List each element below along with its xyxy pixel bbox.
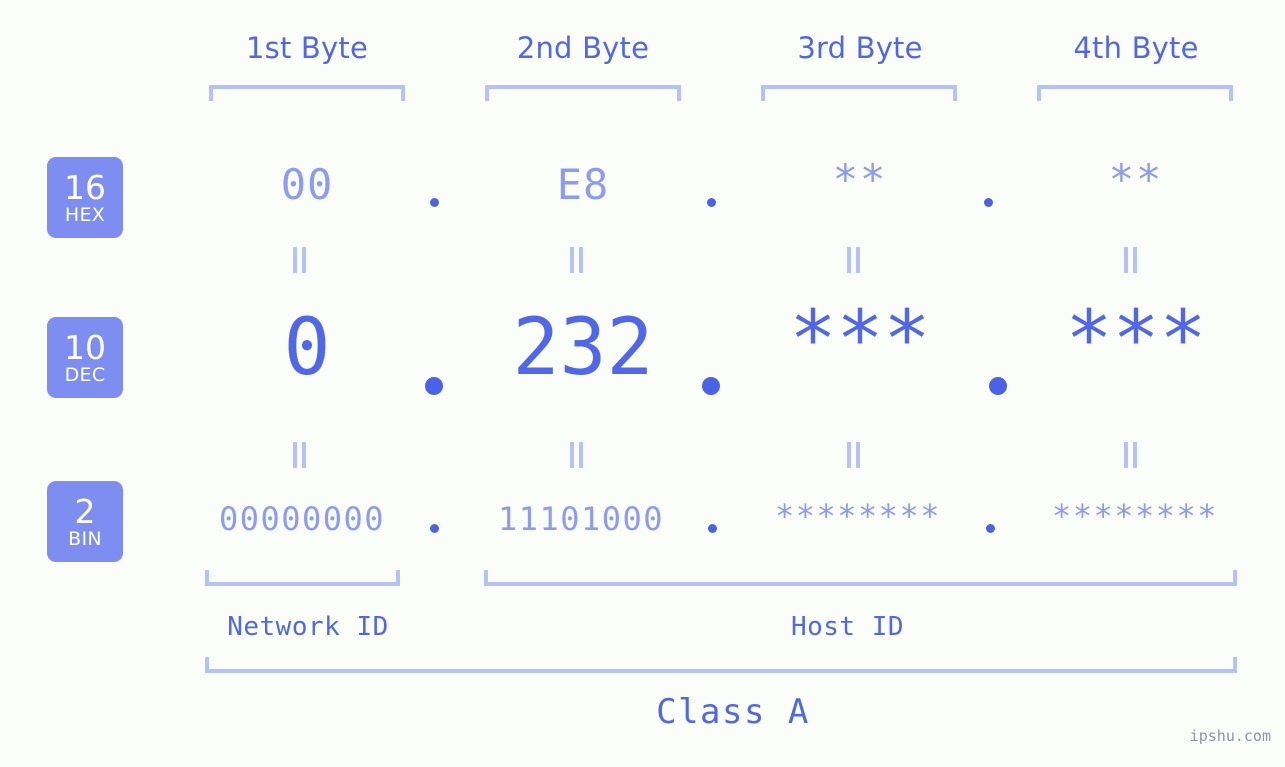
base-badge-dec: 10 DEC	[47, 317, 123, 398]
base-badge-bin-number: 2	[74, 491, 96, 531]
byte-header-1: 1st Byte	[245, 31, 369, 65]
class-bracket	[205, 657, 1237, 673]
byte-bracket-1	[209, 85, 405, 101]
network-id-bracket	[205, 570, 400, 586]
site-watermark: ipshu.com	[1189, 727, 1271, 745]
equals-connector-dec-bin-3	[847, 442, 861, 468]
equals-connector-hex-dec-1	[293, 247, 307, 273]
network-id-label: Network ID	[227, 612, 389, 642]
hex-separator-2	[707, 198, 716, 207]
base-badge-bin: 2 BIN	[47, 481, 123, 562]
class-label: Class A	[656, 692, 810, 732]
bin-byte-2: 11101000	[497, 500, 665, 538]
base-badge-hex: 16 HEX	[47, 157, 123, 238]
base-badge-dec-number: 10	[64, 327, 106, 367]
hex-byte-4: **	[1108, 155, 1164, 204]
hex-separator-1	[430, 198, 439, 207]
bin-byte-3: ********	[774, 497, 942, 535]
equals-connector-hex-dec-4	[1124, 247, 1138, 273]
byte-header-3: 3rd Byte	[797, 31, 923, 65]
hex-byte-3: **	[832, 155, 888, 204]
equals-connector-dec-bin-2	[570, 442, 584, 468]
byte-bracket-4	[1037, 85, 1233, 101]
host-id-label: Host ID	[790, 612, 905, 642]
bin-separator-2	[708, 524, 717, 533]
dec-byte-4: ***	[1065, 295, 1207, 385]
byte-header-4: 4th Byte	[1073, 31, 1199, 65]
base-badge-dec-name: DEC	[64, 363, 106, 386]
bin-separator-3	[986, 524, 995, 533]
dec-separator-1	[425, 377, 443, 395]
bin-byte-4: ********	[1051, 497, 1219, 535]
hex-separator-3	[984, 198, 993, 207]
bin-separator-1	[430, 524, 439, 533]
dec-byte-1: 0	[283, 303, 331, 393]
host-id-bracket	[484, 570, 1237, 586]
bin-byte-1: 00000000	[218, 500, 386, 538]
base-badge-hex-number: 16	[64, 167, 106, 207]
hex-byte-1: 00	[280, 160, 334, 209]
base-badge-bin-name: BIN	[68, 527, 102, 550]
dec-separator-3	[989, 377, 1007, 395]
dec-byte-2: 232	[512, 303, 654, 393]
byte-header-2: 2nd Byte	[516, 31, 650, 65]
equals-connector-dec-bin-4	[1124, 442, 1138, 468]
equals-connector-hex-dec-3	[847, 247, 861, 273]
hex-byte-2: E8	[556, 160, 610, 209]
equals-connector-hex-dec-2	[570, 247, 584, 273]
byte-bracket-2	[485, 85, 681, 101]
dec-separator-2	[702, 377, 720, 395]
base-badge-hex-name: HEX	[64, 203, 106, 226]
dec-byte-3: ***	[789, 295, 931, 385]
equals-connector-dec-bin-1	[293, 442, 307, 468]
byte-bracket-3	[761, 85, 957, 101]
